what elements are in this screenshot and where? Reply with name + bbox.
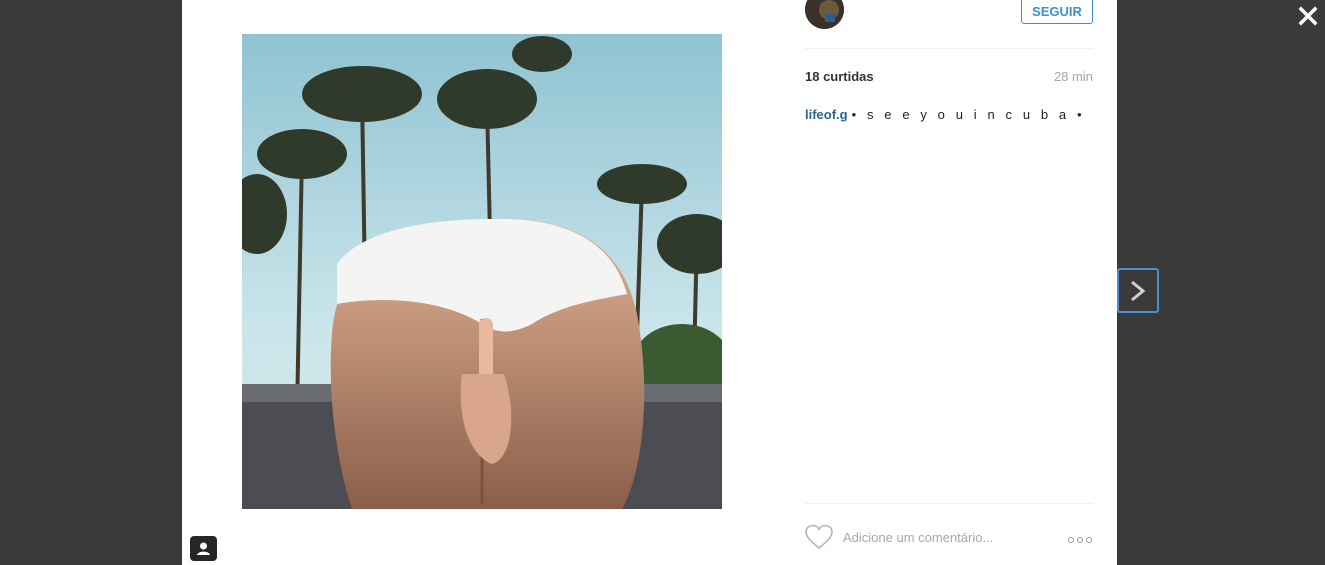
- post-time[interactable]: 28 min: [1054, 69, 1093, 84]
- post-modal: SEGUIR 18 curtidas 28 min lifeof.g • s e …: [182, 0, 1117, 565]
- heart-icon[interactable]: [805, 524, 833, 550]
- follow-button[interactable]: SEGUIR: [1021, 0, 1093, 24]
- caption-text: • s e e y o u i n c u b a •: [851, 107, 1086, 122]
- post-sidebar: SEGUIR 18 curtidas 28 min lifeof.g • s e …: [805, 0, 1093, 565]
- divider: [805, 503, 1093, 504]
- close-icon[interactable]: [1297, 5, 1319, 27]
- chevron-right-icon: [1131, 280, 1146, 302]
- user-tag-icon[interactable]: [190, 536, 217, 561]
- more-options-icon[interactable]: [1067, 532, 1093, 543]
- caption: lifeof.g • s e e y o u i n c u b a •: [805, 107, 1085, 122]
- divider: [805, 48, 1093, 49]
- next-post-button[interactable]: [1117, 268, 1159, 313]
- like-count[interactable]: 18 curtidas: [805, 69, 874, 84]
- comment-input[interactable]: [843, 527, 1053, 547]
- avatar[interactable]: [805, 0, 844, 29]
- author-link[interactable]: lifeof.g: [805, 107, 848, 122]
- post-photo[interactable]: [242, 34, 722, 509]
